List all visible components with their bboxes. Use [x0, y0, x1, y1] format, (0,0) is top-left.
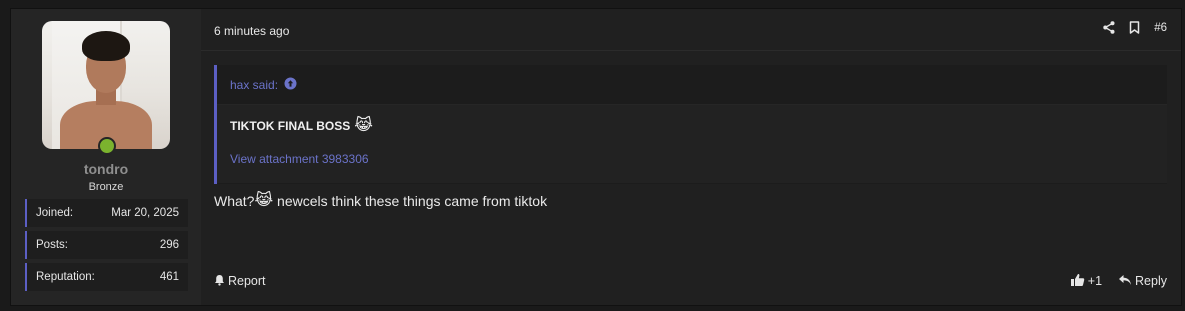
share-icon[interactable] [1103, 21, 1115, 34]
report-button[interactable]: Report [214, 274, 266, 289]
reply-button[interactable]: Reply [1118, 274, 1167, 289]
quote-author[interactable]: hax said: [230, 78, 278, 92]
like-count: +1 [1087, 274, 1103, 288]
reply-label: Reply [1135, 274, 1167, 288]
online-status-indicator [98, 137, 116, 155]
bookmark-icon[interactable] [1129, 21, 1140, 34]
stat-label: Joined: [36, 207, 74, 219]
quote-header[interactable]: hax said: [217, 65, 1167, 105]
crying-laughing-emoji-icon: 😹 [254, 192, 274, 209]
bell-icon [214, 274, 225, 289]
stat-value: Mar 20, 2025 [111, 207, 179, 219]
user-stats: Joined: Mar 20, 2025 Posts: 296 Reputati… [25, 199, 188, 295]
message-text: newcels think these things came from tik… [273, 193, 548, 209]
crying-laughing-emoji-icon: 😹 [354, 117, 373, 134]
post-container: tondro Bronze Joined: Mar 20, 2025 Posts… [10, 8, 1182, 306]
quote-text: TIKTOK FINAL BOSS 😹 [230, 118, 1154, 134]
post-number-link[interactable]: #6 [1154, 22, 1167, 34]
like-button[interactable]: +1 [1070, 273, 1102, 290]
quote-body: TIKTOK FINAL BOSS 😹 View attachment 3983… [217, 105, 1167, 183]
quote-text-content: TIKTOK FINAL BOSS [230, 119, 351, 133]
stat-value: 296 [159, 239, 179, 251]
avatar[interactable] [42, 21, 170, 155]
quote-block: hax said: TIKTOK FINAL BOSS 😹 View attac… [214, 65, 1167, 184]
stat-label: Posts: [36, 239, 68, 251]
post-message: What? 😹 newcels think these things came … [214, 192, 548, 210]
post-footer-right: +1 Reply [1070, 273, 1167, 290]
stat-joined: Joined: Mar 20, 2025 [25, 199, 188, 227]
avatar-image[interactable] [42, 21, 170, 149]
post-footer: Report +1 Reply [214, 272, 1167, 290]
post-header: 6 minutes ago #6 [201, 9, 1181, 51]
reply-icon [1118, 274, 1132, 289]
post-footer-left: Report [214, 274, 266, 289]
stat-posts: Posts: 296 [25, 231, 188, 259]
stat-label: Reputation: [36, 271, 95, 283]
arrow-up-circle-icon[interactable] [284, 77, 297, 93]
stat-value: 461 [159, 271, 179, 283]
report-label: Report [228, 274, 266, 288]
post-timestamp[interactable]: 6 minutes ago [214, 24, 289, 38]
stat-reputation: Reputation: 461 [25, 263, 188, 291]
message-prefix: What? [214, 193, 255, 209]
attachment-link[interactable]: View attachment 3983306 [230, 152, 1154, 166]
username[interactable]: tondro [11, 161, 201, 177]
thumbs-up-icon [1070, 273, 1085, 290]
post-header-actions: #6 [1103, 21, 1167, 34]
user-sidebar: tondro Bronze Joined: Mar 20, 2025 Posts… [11, 9, 201, 305]
post-main: 6 minutes ago #6 hax said: TIKTOK FINAL … [201, 9, 1181, 305]
user-title: Bronze [88, 181, 124, 193]
